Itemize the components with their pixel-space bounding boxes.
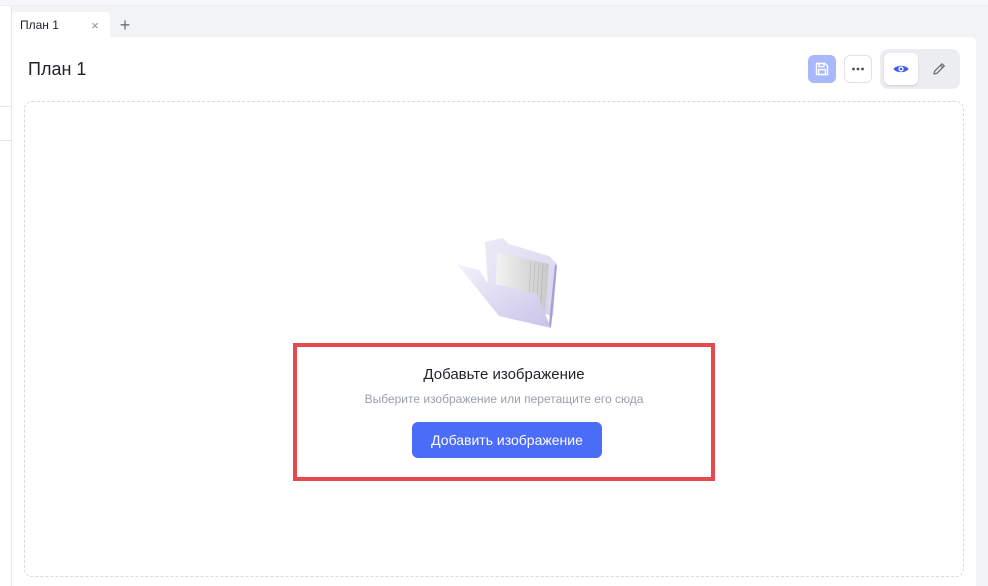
tabs-bar: План 1 × + xyxy=(12,12,138,38)
tab-plan-1[interactable]: План 1 × xyxy=(12,12,110,38)
folder-illustration xyxy=(457,238,557,328)
empty-state: Добавьте изображение Выберите изображени… xyxy=(293,343,715,481)
pencil-icon xyxy=(933,63,945,75)
add-image-button[interactable]: Добавить изображение xyxy=(412,422,602,458)
view-edit-switch xyxy=(880,49,960,89)
rail-divider xyxy=(0,140,12,141)
more-horizontal-icon xyxy=(852,67,864,71)
main-card: План 1 Добавьте изображение Выберите изо… xyxy=(12,37,976,586)
top-strip xyxy=(0,0,988,6)
view-mode-button[interactable] xyxy=(884,53,918,85)
empty-state-subtitle: Выберите изображение или перетащите его … xyxy=(364,392,644,406)
save-icon xyxy=(815,62,829,76)
edit-mode-button[interactable] xyxy=(922,53,956,85)
empty-state-title: Добавьте изображение xyxy=(423,366,585,383)
close-icon[interactable]: × xyxy=(88,18,102,33)
page-title: План 1 xyxy=(28,59,87,79)
image-dropzone[interactable]: Добавьте изображение Выберите изображени… xyxy=(24,101,964,577)
eye-icon xyxy=(893,65,909,73)
save-button[interactable] xyxy=(808,55,836,83)
add-tab-button[interactable]: + xyxy=(112,12,138,38)
rail-divider xyxy=(0,106,12,107)
right-edge xyxy=(976,37,988,586)
toolbar xyxy=(808,49,960,89)
tab-label: План 1 xyxy=(20,18,59,32)
app-window: План 1 × + План 1 Добавьте изображение В… xyxy=(0,0,988,586)
more-button[interactable] xyxy=(844,55,872,83)
left-rail xyxy=(0,6,12,586)
